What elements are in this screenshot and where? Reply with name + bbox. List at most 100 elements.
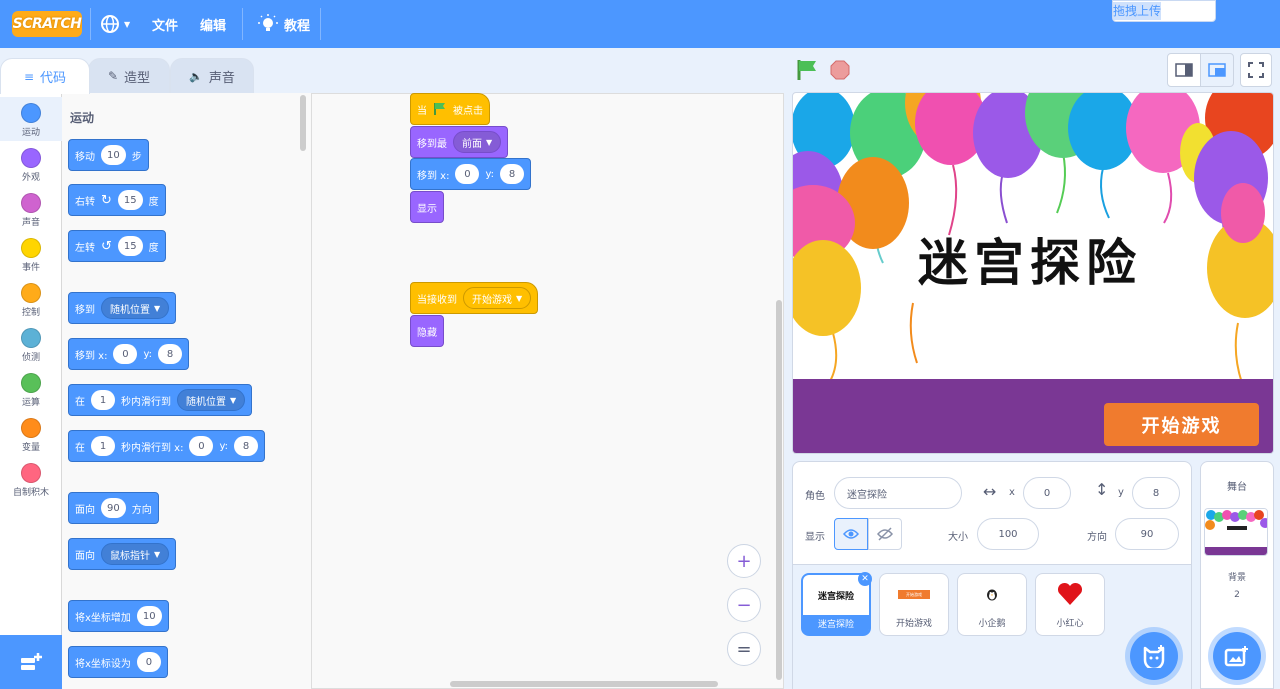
zoom-in-button[interactable]: + [727,544,761,578]
start-game-sprite[interactable]: 开始游戏 [1104,403,1259,446]
towards-dropdown[interactable]: 鼠标指针 ▼ [101,543,170,565]
category-operators[interactable]: 运算 [0,367,62,411]
category-control[interactable]: 控制 [0,277,62,321]
goto-dropdown[interactable]: 随机位置 ▼ [101,297,170,319]
category-my-blocks[interactable]: 自制积木 [0,457,62,501]
move-steps-block[interactable]: 移动 10 步 [68,139,149,171]
hide-sprite-button[interactable] [868,518,902,550]
glide-dropdown[interactable]: 随机位置 ▼ [177,389,246,411]
menu-divider [90,8,91,40]
category-label: 变量 [21,443,40,453]
delete-sprite-button[interactable]: ✕ [858,572,872,586]
x-input[interactable]: 10 [136,606,162,626]
chevron-down-icon: ▼ [486,137,493,147]
y-input[interactable]: 8 [158,344,183,364]
message-dropdown[interactable]: 开始游戏 ▼ [463,287,532,309]
y-input[interactable]: 8 [500,164,525,184]
tutorials-menu[interactable]: 教程 [284,15,310,34]
sprite-tile-penguin[interactable]: 小企鹅 [957,573,1027,636]
x-input[interactable]: 0 [189,436,214,456]
size-input[interactable]: 100 [977,518,1039,550]
fullscreen-button[interactable] [1240,53,1272,87]
lightbulb-icon[interactable] [258,14,278,34]
seconds-input[interactable]: 1 [91,390,115,410]
stop-button[interactable] [830,60,850,80]
workspace-vertical-scrollbar[interactable] [776,300,782,680]
sprite-tile-maze-title[interactable]: 迷宫探险 迷宫探险 ✕ [801,572,872,636]
sprite-tile-heart[interactable]: 小红心 [1035,573,1105,636]
block-text: 将x坐标增加 [75,612,131,624]
block-text: 面向 [75,550,95,562]
x-position-input[interactable]: 0 [1023,477,1071,509]
degrees-input[interactable]: 15 [117,190,143,210]
y-position-input[interactable]: 8 [1132,477,1180,509]
category-sensing[interactable]: 侦测 [0,322,62,366]
dropdown-value: 随机位置 [110,304,150,316]
block-text: 度 [148,196,159,208]
zoom-reset-button[interactable]: = [727,632,761,666]
steps-input[interactable]: 10 [101,145,126,165]
goto-block[interactable]: 移到 随机位置 ▼ [68,292,177,324]
x-input[interactable]: 0 [113,344,138,364]
edit-menu[interactable]: 编辑 [200,15,226,34]
language-menu[interactable]: ▼ [100,12,136,36]
set-x-block[interactable]: 将x坐标设为 0 [68,646,168,678]
small-stage-button[interactable] [1167,53,1201,87]
normal-stage-button[interactable] [1200,53,1234,87]
category-dot [21,193,41,213]
direction-input[interactable]: 90 [101,498,126,518]
block-text: 移到 [75,304,95,316]
glide-xy-block[interactable]: 在 1 秒内滑行到 x: 0 y: 8 [68,430,266,462]
category-looks[interactable]: 外观 [0,142,62,186]
script-workspace[interactable] [312,93,784,689]
tab-code[interactable]: ≡ 代码 [0,58,90,94]
upload-button[interactable]: 拖拽上传 [1112,0,1216,22]
green-flag-button[interactable] [796,58,820,82]
category-events[interactable]: 事件 [0,232,62,276]
when-flag-clicked-block[interactable]: 当 被点击 [410,93,490,125]
sprite-tile-start-game[interactable]: 开始游戏 开始游戏 [879,573,949,636]
turn-right-block[interactable]: 右转 ↻ 15 度 [68,184,166,216]
chevron-down-icon: ▼ [154,303,161,313]
point-towards-block[interactable]: 面向 鼠标指针 ▼ [68,538,177,570]
glide-block[interactable]: 在 1 秒内滑行到 随机位置 ▼ [68,384,253,416]
file-menu[interactable]: 文件 [152,15,178,34]
workspace-horizontal-scrollbar[interactable] [450,681,718,687]
x-input[interactable]: 0 [136,652,161,672]
turn-left-block[interactable]: 左转 ↺ 15 度 [68,230,166,262]
show-block[interactable]: 显示 [410,191,444,223]
point-direction-block[interactable]: 面向 90 方向 [68,492,159,524]
change-x-block[interactable]: 将x坐标增加 10 [68,600,169,632]
eye-icon [843,529,859,539]
when-receive-block[interactable]: 当接收到 开始游戏 ▼ [410,282,539,314]
sprite-name-input[interactable]: 迷宫探险 [834,477,962,509]
x-input[interactable]: 0 [455,164,480,184]
category-sound[interactable]: 声音 [0,187,62,231]
hide-block[interactable]: 隐藏 [410,315,444,347]
tab-costumes[interactable]: ✎ 造型 [88,58,170,93]
stage-target-pane[interactable]: 舞台 背景 2 [1200,461,1274,689]
y-input[interactable]: 8 [234,436,259,456]
palette-scrollbar[interactable] [300,95,306,151]
stage-canvas[interactable]: 迷宫探险 开始游戏 [792,92,1274,454]
add-sprite-button[interactable] [1130,632,1178,680]
category-motion[interactable]: 运动 [0,97,62,141]
add-backdrop-button[interactable] [1213,632,1261,680]
show-sprite-button[interactable] [834,518,868,550]
degrees-input[interactable]: 15 [117,236,143,256]
add-extension-button[interactable] [0,635,62,689]
goto-xy-block[interactable]: 移到 x: 0 y: 8 [410,158,532,190]
zoom-out-icon: − [736,594,752,616]
direction-input[interactable]: 90 [1115,518,1179,550]
goto-xy-block[interactable]: 移到 x: 0 y: 8 [68,338,190,370]
category-variables[interactable]: 变量 [0,412,62,456]
scratch-logo[interactable]: SCRATCH [12,11,82,37]
fullscreen-icon [1248,62,1264,78]
seconds-input[interactable]: 1 [91,436,115,456]
go-to-front-block[interactable]: 移到最 前面 ▼ [410,126,509,158]
zoom-out-button[interactable]: − [727,588,761,622]
tab-sounds[interactable]: 🔈 声音 [170,58,254,93]
y-arrows-icon: ↕ [1095,480,1109,499]
block-text: 度 [148,242,159,254]
layer-dropdown[interactable]: 前面 ▼ [453,131,502,153]
